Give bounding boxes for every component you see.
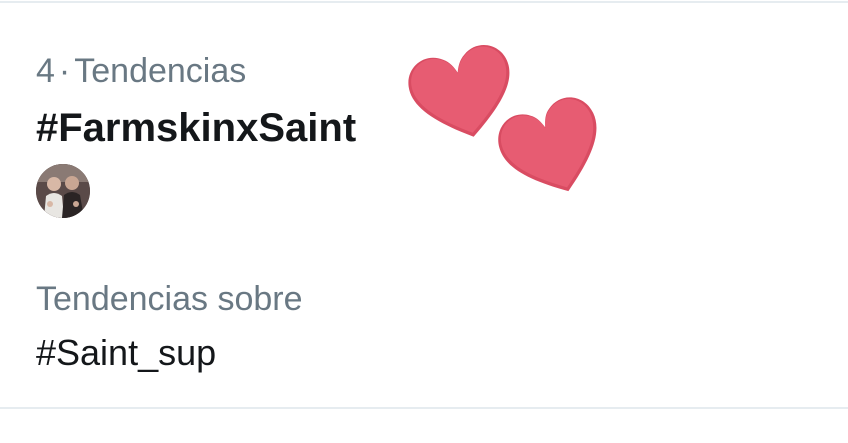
bottom-divider (0, 407, 848, 409)
heart-icon (498, 97, 597, 192)
trend-meta: 4 · Tendencias (36, 53, 246, 89)
related-label: Tendencias sobre (36, 280, 303, 318)
trend-hashtag[interactable]: #FarmskinxSaint (36, 106, 356, 150)
heart-stickers (400, 40, 615, 210)
trend-rank: 4 (36, 52, 55, 90)
related-hashtag[interactable]: #Saint_sup (36, 333, 216, 373)
trend-separator: · (58, 52, 71, 90)
trend-category: Tendencias (74, 52, 247, 90)
avatar (36, 164, 90, 218)
